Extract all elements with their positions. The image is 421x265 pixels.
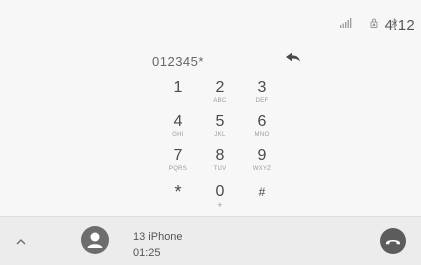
end-call-button[interactable]: [380, 228, 406, 254]
dialed-number-display: 012345*: [152, 54, 204, 69]
active-call-bar: 13 iPhone 01:25: [0, 216, 421, 265]
key-6[interactable]: 6 MNO: [242, 113, 282, 146]
key-9[interactable]: 9 WXYZ: [242, 147, 282, 180]
key-letters: ABC: [213, 98, 227, 104]
key-letters: PQRS: [168, 166, 188, 172]
key-letters: JKL: [214, 132, 226, 138]
signal-bars-icon: [340, 18, 352, 28]
backspace-arrow-icon[interactable]: [285, 52, 301, 64]
dial-keypad: 1 2 ABC 3 DEF 4 GHI 5 JKL 6 MNO 7 PQRS 8: [158, 79, 287, 214]
key-letters: WXYZ: [252, 166, 272, 172]
key-hash[interactable]: #: [242, 183, 282, 216]
key-4[interactable]: 4 GHI: [158, 113, 198, 146]
key-digit: 3: [257, 79, 267, 96]
status-bar: 4:12: [0, 0, 421, 40]
call-duration: 01:25: [133, 247, 161, 259]
key-digit: 4: [173, 113, 183, 130]
key-digit: *: [174, 182, 182, 202]
key-letters: DEF: [255, 98, 269, 104]
clock-time: 4:12: [384, 17, 415, 34]
key-digit: 7: [173, 147, 183, 164]
key-letters: +: [217, 200, 223, 210]
key-digit: 5: [215, 113, 225, 130]
key-digit: 9: [257, 147, 267, 164]
end-call-icon: [386, 240, 400, 245]
key-5[interactable]: 5 JKL: [200, 113, 240, 146]
key-digit: 2: [215, 79, 225, 96]
key-digit: 8: [215, 147, 225, 164]
caller-name: 13 iPhone: [133, 231, 183, 243]
key-3[interactable]: 3 DEF: [242, 79, 282, 112]
person-icon: [81, 226, 109, 254]
key-1[interactable]: 1: [158, 79, 198, 112]
key-letters: MNO: [254, 132, 270, 138]
key-digit: 6: [257, 113, 267, 130]
battery-lock-icon: [370, 18, 378, 28]
key-digit: 1: [173, 79, 183, 96]
key-letters: TUV: [213, 166, 227, 172]
key-8[interactable]: 8 TUV: [200, 147, 240, 180]
key-digit: 0: [215, 183, 225, 200]
key-0[interactable]: 0 +: [200, 183, 240, 216]
phone-dial-screen: 4:12 012345* 1 2 ABC 3 DEF 4 GHI 5 JKL 6…: [0, 0, 421, 265]
key-2[interactable]: 2 ABC: [200, 79, 240, 112]
key-star[interactable]: *: [158, 183, 198, 216]
key-7[interactable]: 7 PQRS: [158, 147, 198, 180]
key-letters: GHI: [172, 132, 184, 138]
chevron-up-icon[interactable]: [14, 236, 28, 248]
key-digit: #: [258, 185, 266, 199]
